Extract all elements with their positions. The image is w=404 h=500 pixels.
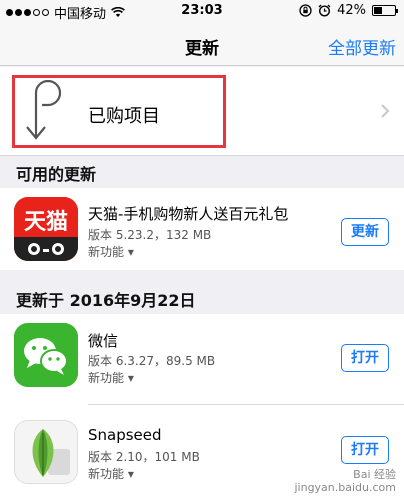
purchased-row[interactable]: 已购项目 [0,67,404,156]
open-button[interactable]: 打开 [341,344,389,372]
row-divider [88,404,404,405]
wechat-icon [14,323,78,387]
whats-new-toggle[interactable]: 新功能 ▾ [88,369,134,386]
watermark-logo-text: Bai 经验 [353,468,396,481]
battery-percent: 42% [337,3,366,18]
purchased-arrow-icon [26,79,62,140]
svg-text:天猫: 天猫 [24,210,68,235]
app-name: 微信 [88,332,119,350]
section-header-updated: 更新于 2016年9月22日 [16,291,196,310]
app-name: Snapseed [88,426,162,444]
open-button[interactable]: 打开 [341,436,389,464]
battery-fill [374,7,383,14]
whats-new-toggle[interactable]: 新功能 ▾ [88,465,134,482]
alarm-icon [318,4,331,17]
update-all-button[interactable]: 全部更新 [328,34,396,59]
purchased-label: 已购项目 [88,106,160,127]
app-name: 天猫-手机购物新人送百元礼包 [88,205,289,223]
app-version: 版本 5.23.2，132 MB [88,228,212,242]
whats-new-toggle[interactable]: 新功能 ▾ [88,243,134,260]
update-button[interactable]: 更新 [341,218,389,246]
app-row-tmall[interactable]: 天猫 天猫-手机购物新人送百元礼包 版本 5.23.2，132 MB 新功能 ▾… [0,188,404,270]
nav-bar: 更新 全部更新 [0,22,404,66]
watermark-url: jingyan.baidu.com [294,481,396,494]
app-version: 版本 2.10，101 MB [88,450,200,464]
status-right: 42% [299,3,398,18]
app-version: 版本 6.3.27，89.5 MB [88,354,216,368]
watermark: Bai 经验 jingyan.baidu.com [294,468,396,494]
snapseed-icon [14,420,78,484]
chevron-right-icon [381,104,390,118]
rotation-lock-icon [299,4,312,17]
status-bar: 中国移动 23:03 42% [0,0,404,22]
tmall-icon: 天猫 [14,197,78,261]
section-header-available: 可用的更新 [16,165,97,184]
battery-icon [372,5,398,16]
